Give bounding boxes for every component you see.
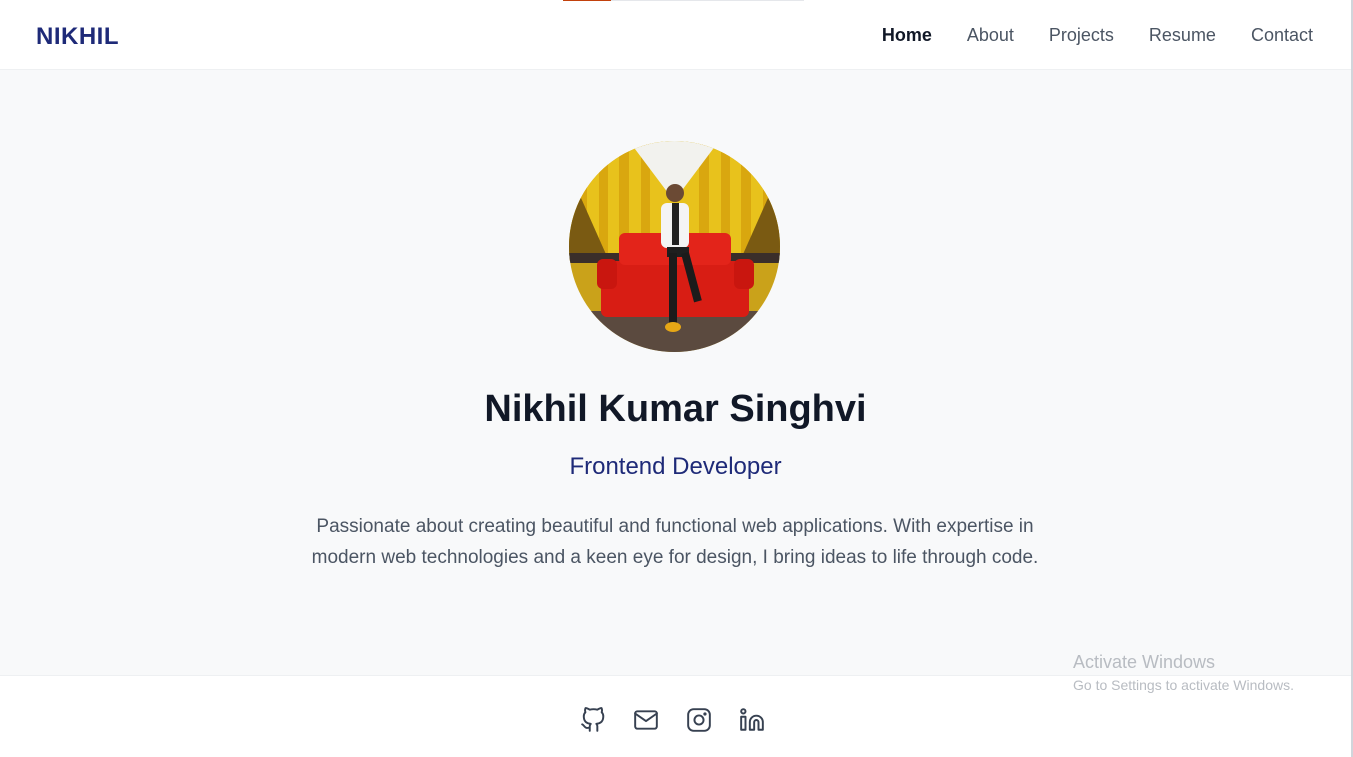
scroll-progress-fill <box>563 0 612 1</box>
profile-name: Nikhil Kumar Singhvi <box>484 388 867 430</box>
hero-section: Nikhil Kumar Singhvi Frontend Developer … <box>0 70 1351 675</box>
watermark-subtitle: Go to Settings to activate Windows. <box>1073 677 1294 693</box>
github-icon[interactable] <box>580 707 606 733</box>
main-nav: Home About Projects Resume Contact <box>882 25 1313 46</box>
social-links <box>580 707 765 733</box>
brand-logo[interactable]: NIKHIL <box>36 23 119 51</box>
linkedin-icon[interactable] <box>739 707 765 733</box>
profile-photo <box>569 141 780 352</box>
nav-home[interactable]: Home <box>882 25 932 46</box>
instagram-icon[interactable] <box>686 707 712 733</box>
header: NIKHIL Home About Projects Resume Contac… <box>0 0 1351 70</box>
windows-activation-watermark: Activate Windows Go to Settings to activ… <box>1073 652 1294 693</box>
nav-contact[interactable]: Contact <box>1251 25 1313 46</box>
nav-projects[interactable]: Projects <box>1049 25 1114 46</box>
nav-resume[interactable]: Resume <box>1149 25 1216 46</box>
watermark-title: Activate Windows <box>1073 652 1216 672</box>
profile-role: Frontend Developer <box>569 453 782 480</box>
nav-about[interactable]: About <box>967 25 1014 46</box>
profile-bio: Passionate about creating beautiful and … <box>311 516 1039 568</box>
scroll-progress-bar <box>563 0 804 1</box>
mail-icon[interactable] <box>633 707 659 733</box>
